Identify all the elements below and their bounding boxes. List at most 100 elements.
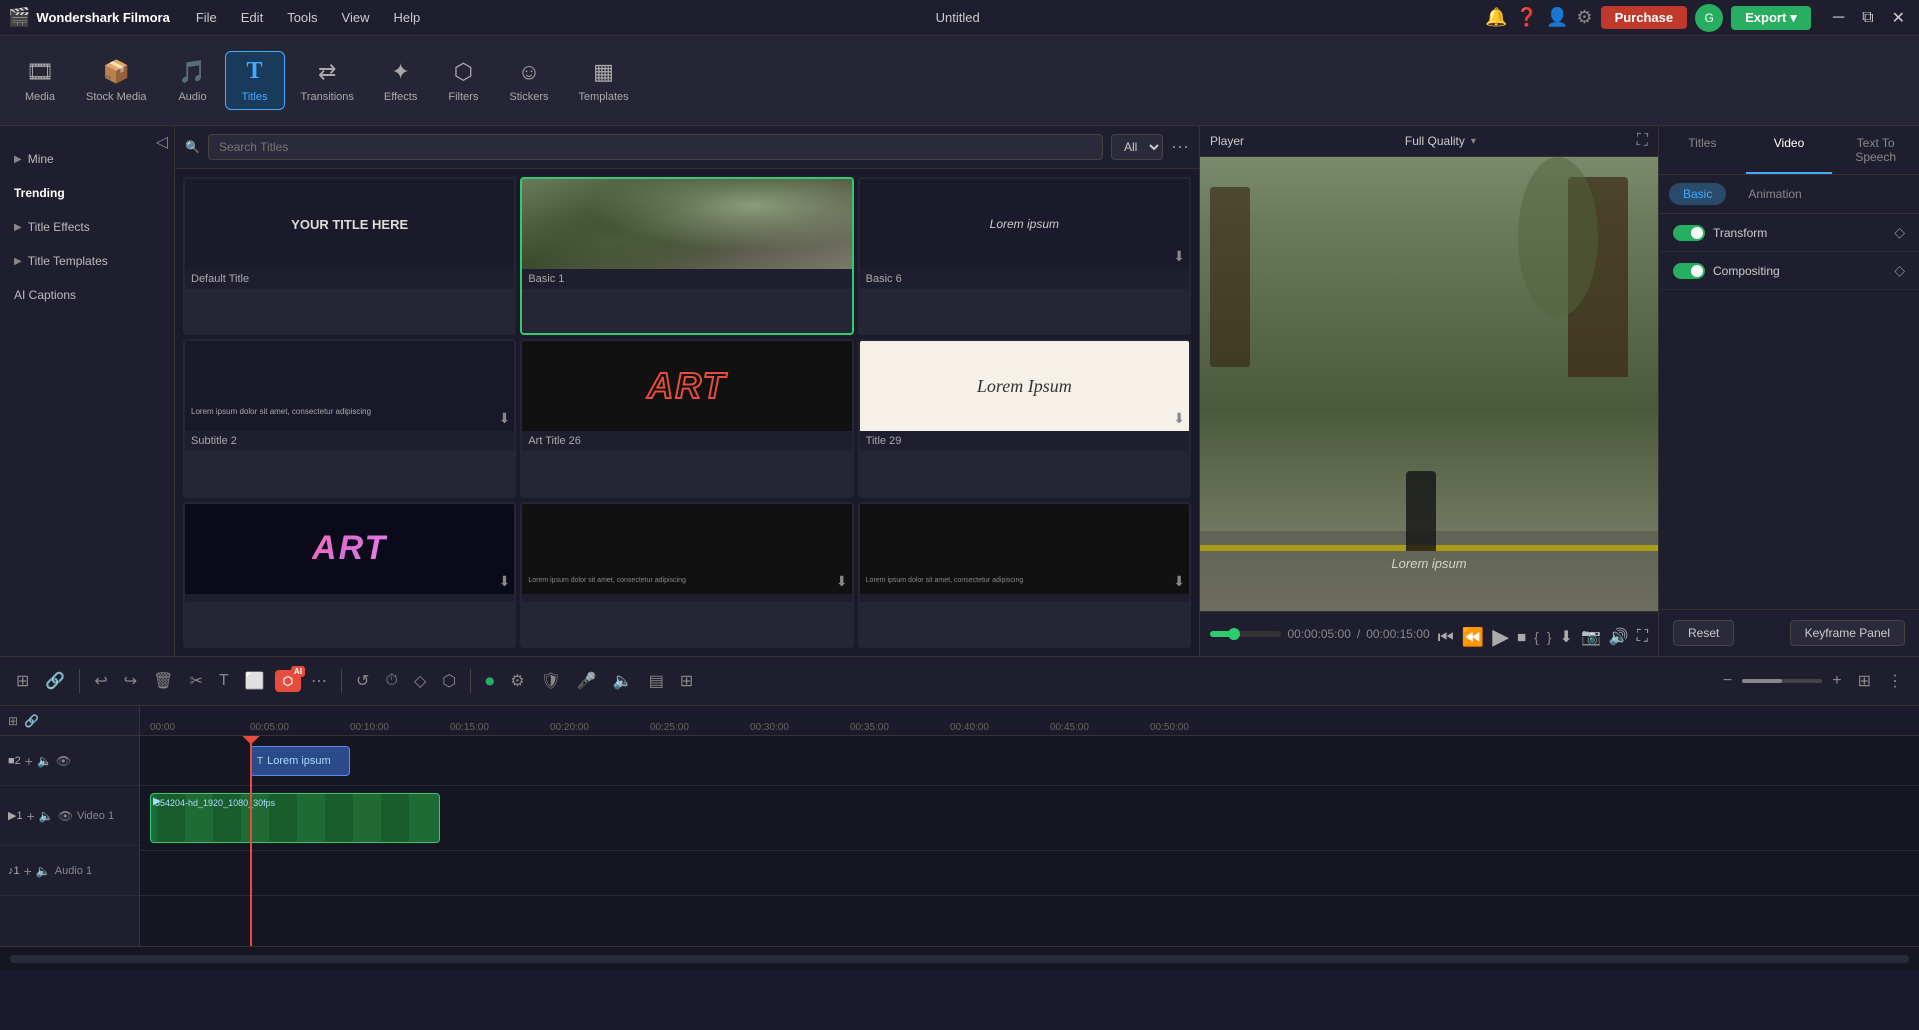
add-to-timeline-button[interactable]: ⬇ — [1560, 627, 1573, 647]
title-card-basic6[interactable]: Lorem ipsum ⬇ Basic 6 — [858, 177, 1191, 335]
stop-button[interactable]: ⏹ — [1517, 627, 1526, 648]
transform-toggle[interactable] — [1673, 225, 1705, 241]
sidebar-item-trending[interactable]: Trending — [0, 176, 174, 210]
sidebar-item-ai-captions[interactable]: AI Captions — [0, 278, 174, 312]
menu-view[interactable]: View — [332, 6, 380, 29]
toolbar-filters[interactable]: ⬡ Filters — [433, 53, 493, 109]
compositing-toggle[interactable] — [1673, 263, 1705, 279]
track-video1-add-icon[interactable]: + — [27, 808, 35, 824]
notification-icon[interactable]: 🔔 — [1485, 7, 1507, 28]
zoom-in-button[interactable]: + — [1826, 668, 1847, 694]
step-back-button[interactable]: ⏪ — [1462, 627, 1484, 648]
track2-audio-icon[interactable]: 🔈 — [37, 754, 52, 768]
keyframe-panel-button[interactable]: Keyframe Panel — [1790, 620, 1905, 646]
text-button[interactable]: T — [213, 668, 235, 694]
sidebar-item-title-templates[interactable]: ▶ Title Templates — [0, 244, 174, 278]
layout-button[interactable]: ▤ — [643, 667, 670, 695]
toolbar-effects[interactable]: ✦ Effects — [370, 53, 431, 109]
compositing-keyframe-icon[interactable]: ◇ — [1894, 262, 1905, 279]
filter-dropdown[interactable]: All — [1111, 134, 1163, 160]
toolbar-templates[interactable]: ▦ Templates — [564, 53, 642, 109]
collapse-panel-button[interactable]: ◁ — [156, 132, 168, 152]
diamond-button[interactable]: ◇ — [408, 667, 432, 695]
mic-button[interactable]: 🎤 — [571, 667, 603, 695]
zoom-out-button[interactable]: − — [1717, 668, 1738, 694]
reset-button[interactable]: Reset — [1673, 620, 1734, 646]
toolbar-audio[interactable]: 🎵 Audio — [163, 53, 223, 109]
title-card-art26[interactable]: ART Art Title 26 — [520, 339, 853, 497]
crop-button[interactable]: ⬜ — [239, 667, 271, 695]
menu-tools[interactable]: Tools — [277, 6, 327, 29]
menu-file[interactable]: File — [186, 6, 227, 29]
purchase-button[interactable]: Purchase — [1601, 6, 1688, 29]
speaker-button[interactable]: 🔈 — [607, 667, 639, 695]
toolbar-media[interactable]: 🎞 Media — [10, 53, 70, 109]
menu-edit[interactable]: Edit — [231, 6, 273, 29]
title-card-8[interactable]: Lorem ipsum dolor sit amet, consectetur … — [520, 502, 853, 648]
more-options-timeline[interactable]: ⋮ — [1881, 667, 1909, 695]
toolbar-stock-media[interactable]: 📦 Stock Media — [72, 53, 161, 109]
toolbar-stickers[interactable]: ☺ Stickers — [495, 53, 562, 109]
progress-handle[interactable] — [1228, 628, 1240, 640]
sidebar-item-mine[interactable]: ▶ Mine — [0, 142, 174, 176]
title-card-art-pink[interactable]: ART ⬇ — [183, 502, 516, 648]
export-button[interactable]: Export ▾ — [1731, 6, 1811, 30]
video-clip[interactable]: 854204-hd_1920_1080_30fps ▶ — [150, 793, 440, 843]
tab-titles[interactable]: Titles — [1659, 126, 1746, 174]
settings-icon[interactable]: ⚙ — [1576, 7, 1592, 28]
subtab-basic[interactable]: Basic — [1669, 183, 1726, 205]
title-card-default[interactable]: YOUR TITLE HERE Default Title — [183, 177, 516, 335]
timeline-scrollbar[interactable] — [10, 955, 1909, 963]
snap-to-grid-button[interactable]: ⊞ — [10, 667, 35, 695]
menu-help[interactable]: Help — [384, 6, 431, 29]
track-audio1-add-icon[interactable]: + — [24, 863, 32, 879]
progress-bar[interactable] — [1210, 631, 1281, 637]
close-button[interactable]: ✕ — [1886, 6, 1911, 30]
track2-add-icon[interactable]: + — [25, 753, 33, 769]
tab-text-to-speech[interactable]: Text To Speech — [1832, 126, 1919, 174]
play-button[interactable]: ▶ — [1492, 624, 1509, 650]
title-clip[interactable]: T Lorem ipsum — [250, 746, 350, 776]
help-icon[interactable]: ❓ — [1516, 7, 1538, 28]
playhead[interactable] — [250, 736, 252, 946]
transform-keyframe-icon[interactable]: ◇ — [1894, 224, 1905, 241]
shape-button[interactable]: ⬡ — [436, 667, 462, 695]
link-tracks-button[interactable]: 🔗 — [24, 714, 39, 728]
title-card-title29[interactable]: Lorem Ipsum ⬇ Title 29 — [858, 339, 1191, 497]
volume-button[interactable]: 🔊 — [1609, 627, 1629, 647]
maximize-button[interactable]: ⧉ — [1856, 6, 1879, 30]
timer-button[interactable]: ⏱ — [379, 668, 403, 694]
snapshot-button[interactable]: 📷 — [1581, 627, 1601, 647]
fullscreen-icon[interactable]: ⛶ — [1637, 132, 1648, 150]
redo-button[interactable]: ↪ — [118, 667, 143, 695]
user-avatar[interactable]: G — [1695, 4, 1723, 32]
track-video1-audio-icon[interactable]: 🔈 — [39, 809, 54, 823]
zoom-slider[interactable] — [1742, 679, 1822, 683]
title-card-subtitle2[interactable]: Lorem ipsum dolor sit amet, consectetur … — [183, 339, 516, 497]
rotate-button[interactable]: ↺ — [350, 667, 375, 695]
more-timeline-button[interactable]: ⋯ — [305, 667, 333, 695]
record-button[interactable]: ⏺ — [479, 667, 500, 696]
link-button[interactable]: 🔗 — [39, 667, 71, 695]
delete-button[interactable]: 🗑 — [147, 667, 179, 695]
add-track-button[interactable]: ⊞ — [8, 714, 18, 728]
layout-toggle-button[interactable]: ⊞ — [1852, 667, 1877, 695]
title-card-9[interactable]: Lorem ipsum dolor sit amet, consectetur … — [858, 502, 1191, 648]
track2-eye-icon[interactable]: 👁 — [56, 754, 71, 768]
search-input[interactable] — [208, 134, 1103, 160]
track-video1-eye-icon[interactable]: 👁 — [58, 809, 73, 823]
more-options-button[interactable]: ⋯ — [1171, 137, 1189, 158]
shield-button[interactable]: 🛡 — [535, 667, 567, 695]
profile-icon[interactable]: 👤 — [1546, 7, 1568, 28]
subtab-animation[interactable]: Animation — [1734, 183, 1815, 205]
skip-back-button[interactable]: ⏮ — [1438, 627, 1454, 648]
cut-button[interactable]: ✂ — [183, 667, 208, 695]
settings2-button[interactable]: ⚙ — [504, 667, 530, 695]
title-card-basic1[interactable]: Basic 1 — [520, 177, 853, 335]
minimize-button[interactable]: ─ — [1827, 6, 1850, 30]
toolbar-titles[interactable]: T Titles — [225, 51, 285, 110]
fullscreen-video-button[interactable]: ⛶ — [1637, 628, 1648, 646]
grid-button[interactable]: ⊞ — [674, 667, 699, 695]
tab-video[interactable]: Video — [1746, 126, 1833, 174]
track-audio1-audio-icon[interactable]: 🔈 — [36, 864, 51, 878]
